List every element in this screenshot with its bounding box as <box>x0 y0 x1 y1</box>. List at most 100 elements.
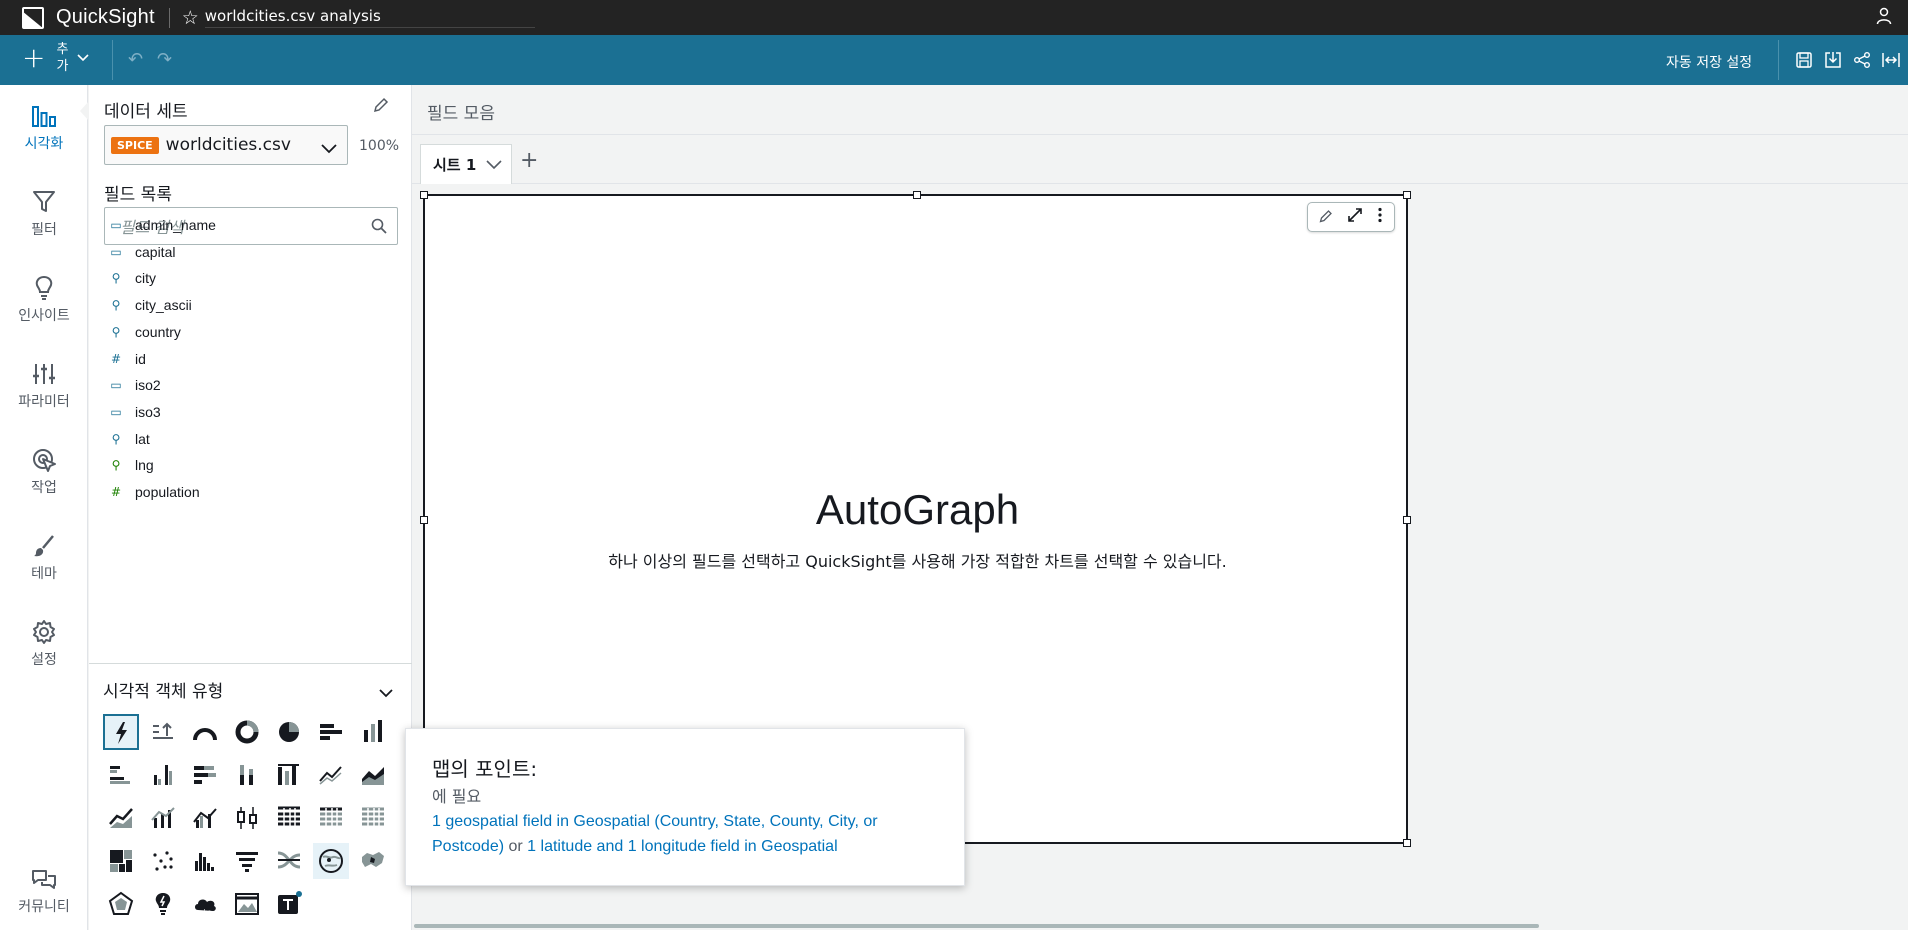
scatter-plot-icon[interactable] <box>145 843 181 879</box>
resize-handle[interactable] <box>913 191 921 199</box>
box-plot-icon[interactable] <box>229 800 265 836</box>
funnel-icon[interactable] <box>229 843 265 879</box>
nav-community[interactable]: 커뮤니티 <box>0 868 88 916</box>
star-icon[interactable]: ☆ <box>182 7 199 29</box>
gauge-icon[interactable] <box>187 714 223 750</box>
sankey-icon[interactable] <box>271 843 307 879</box>
field-item-lat[interactable]: ⚲ lat <box>109 429 150 449</box>
dataset-section-title: 데이터 세트 <box>104 102 188 122</box>
nav-actions[interactable]: 작업 <box>0 447 88 497</box>
horizontal-scrollbar[interactable] <box>414 924 1539 928</box>
word-cloud-icon[interactable]: abc <box>187 886 223 922</box>
redo-icon[interactable]: ↷ <box>157 49 172 70</box>
chevron-down-icon[interactable] <box>486 155 502 174</box>
field-item-population[interactable]: # population <box>109 482 200 502</box>
field-wells[interactable]: 필드 모음 <box>412 85 1908 135</box>
visual-menu-bar <box>1307 202 1395 232</box>
autosave-setting[interactable]: 자동 저장 설정 <box>1666 52 1752 72</box>
combo-line-column-icon[interactable] <box>145 800 181 836</box>
pivot-table-icon[interactable] <box>271 800 307 836</box>
expand-icon[interactable] <box>1347 207 1363 227</box>
image-icon[interactable] <box>229 886 265 922</box>
edit-dataset-icon[interactable] <box>373 97 389 117</box>
tooltip-or: or <box>504 838 528 855</box>
stacked-area-icon[interactable] <box>103 800 139 836</box>
save-icon[interactable] <box>1793 49 1815 71</box>
nav-visualize[interactable]: 시각화 <box>0 103 88 153</box>
insight-icon[interactable] <box>145 886 181 922</box>
app-name: QuickSight <box>56 6 155 28</box>
resize-handle[interactable] <box>1403 191 1411 199</box>
resize-handle[interactable] <box>1403 839 1411 847</box>
nav-themes[interactable]: 테마 <box>0 533 88 583</box>
nav-label: 필터 <box>31 222 57 238</box>
tooltip-title: 맵의 포인트: <box>432 757 538 781</box>
tree-map-icon[interactable] <box>103 843 139 879</box>
spice-badge: SPICE <box>111 136 159 154</box>
user-icon[interactable] <box>1876 7 1892 25</box>
field-item-lng[interactable]: ⚲ lng <box>109 455 154 475</box>
field-item-country[interactable]: ⚲ country <box>109 322 181 342</box>
stacked-percent-icon[interactable] <box>271 757 307 793</box>
table-icon[interactable] <box>313 800 349 836</box>
nav-settings[interactable]: 설정 <box>0 619 88 669</box>
vertical-bar-icon[interactable] <box>355 714 391 750</box>
number-field-icon: # <box>110 485 122 499</box>
analysis-title[interactable]: worldcities.csv analysis <box>204 7 535 28</box>
nav-parameters[interactable]: 파라미터 <box>0 361 88 411</box>
nav-insights[interactable]: 인사이트 <box>0 275 88 325</box>
field-item-id[interactable]: # id <box>109 349 146 369</box>
field-item-admin-name[interactable]: ▭ admin_name <box>109 215 216 235</box>
app-logo[interactable]: QuickSight <box>22 0 155 35</box>
edit-icon[interactable] <box>1319 208 1333 227</box>
tab-sheet-1[interactable]: 시트 1 <box>420 144 512 184</box>
filled-map-icon[interactable] <box>355 843 391 879</box>
line-chart-icon[interactable] <box>313 757 349 793</box>
text-box-icon[interactable] <box>271 886 307 922</box>
lightbulb-icon <box>35 275 53 300</box>
field-name: population <box>135 484 200 500</box>
histogram-icon[interactable] <box>187 843 223 879</box>
clustered-bar-icon[interactable] <box>103 757 139 793</box>
heat-map-icon[interactable] <box>355 800 391 836</box>
field-item-iso3[interactable]: ▭ iso3 <box>109 402 160 422</box>
field-name: country <box>135 323 181 340</box>
field-item-iso2[interactable]: ▭ iso2 <box>109 375 160 395</box>
undo-icon[interactable]: ↶ <box>128 49 143 70</box>
field-item-city-ascii[interactable]: ⚲ city_ascii <box>109 295 192 315</box>
visual-title: AutoGraph <box>815 486 1020 533</box>
clustered-column-icon[interactable] <box>145 757 181 793</box>
autograph-icon[interactable] <box>103 714 139 750</box>
string-field-icon: ▭ <box>110 244 122 259</box>
combo-cluster-icon[interactable] <box>187 800 223 836</box>
points-on-map-icon[interactable] <box>313 843 349 879</box>
chevron-down-icon[interactable] <box>379 683 393 702</box>
add-sheet-button[interactable]: + <box>520 148 538 173</box>
field-name: admin_name <box>135 217 216 233</box>
field-name: capital <box>135 243 176 260</box>
stacked-column-icon[interactable] <box>229 757 265 793</box>
fit-width-icon[interactable] <box>1880 49 1902 71</box>
analysis-toolbar: + 추가 ↶ ↷ 자동 저장 설정 <box>0 35 1908 85</box>
svg-text:abc: abc <box>200 909 211 916</box>
resize-handle[interactable] <box>420 191 428 199</box>
add-button[interactable]: + 추가 <box>22 41 90 75</box>
geo-field-icon: ⚲ <box>111 298 121 313</box>
horizontal-bar-icon[interactable] <box>313 714 349 750</box>
field-item-capital[interactable]: ▭ capital <box>109 242 175 262</box>
dataset-name: worldcities.csv <box>165 135 291 155</box>
more-options-icon[interactable] <box>1377 207 1383 227</box>
share-icon[interactable] <box>1851 49 1873 71</box>
stacked-bar-icon[interactable] <box>187 757 223 793</box>
pie-icon[interactable] <box>271 714 307 750</box>
field-item-city[interactable]: ⚲ city <box>109 268 156 288</box>
tooltip-body: 1 geospatial field in Geospatial (Countr… <box>432 809 952 859</box>
nav-filter[interactable]: 필터 <box>0 189 88 239</box>
donut-icon[interactable] <box>229 714 265 750</box>
kpi-icon[interactable] <box>145 714 181 750</box>
export-icon[interactable] <box>1822 49 1844 71</box>
area-chart-icon[interactable] <box>355 757 391 793</box>
dataset-select[interactable]: SPICE worldcities.csv <box>104 125 348 165</box>
string-field-icon: ▭ <box>110 378 122 393</box>
radar-icon[interactable] <box>103 886 139 922</box>
